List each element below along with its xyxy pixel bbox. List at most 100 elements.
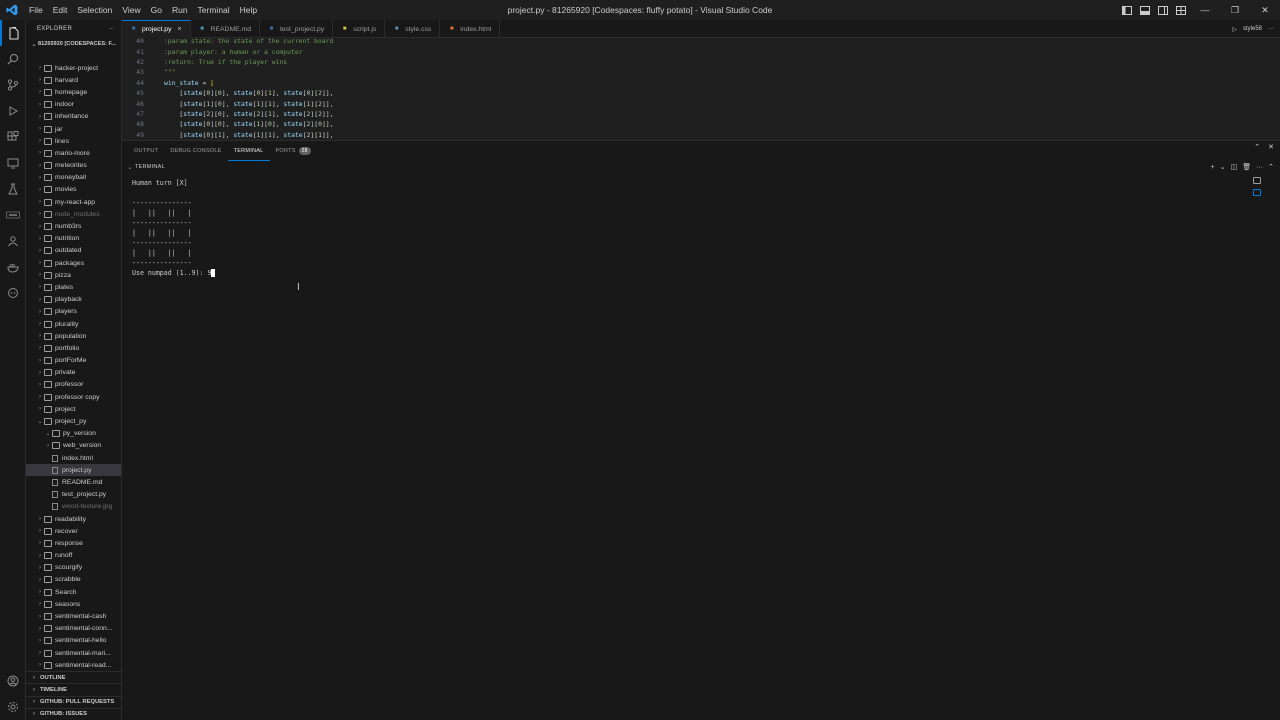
- menu-go[interactable]: Go: [146, 0, 167, 20]
- menu-selection[interactable]: Selection: [72, 0, 117, 20]
- source-control-icon[interactable]: [0, 72, 26, 98]
- run-debug-icon[interactable]: [0, 98, 26, 124]
- terminal-dropdown-icon[interactable]: ⌄: [1220, 163, 1226, 171]
- tree-folder[interactable]: › sentimental-conn...: [26, 623, 121, 635]
- tree-folder[interactable]: › meteorites: [26, 160, 121, 172]
- tree-folder[interactable]: › professor: [26, 379, 121, 391]
- menu-terminal[interactable]: Terminal: [193, 0, 235, 20]
- tree-folder[interactable]: › population: [26, 330, 121, 342]
- more-actions-icon[interactable]: ···: [108, 26, 115, 32]
- minimize-button[interactable]: —: [1190, 0, 1220, 20]
- tree-folder[interactable]: ⌄ project_py: [26, 415, 121, 427]
- section-github-pull-requests[interactable]: › GITHUB: PULL REQUESTS: [26, 695, 121, 708]
- terminal-output[interactable]: Human turn [X] --------------- | || || | --…: [132, 178, 216, 278]
- docker-icon[interactable]: [0, 254, 26, 280]
- tree-file[interactable]: project.py: [26, 464, 121, 477]
- new-terminal-icon[interactable]: +: [1211, 164, 1215, 171]
- tree-folder[interactable]: › Search: [26, 586, 121, 598]
- tree-folder[interactable]: › pizza: [26, 269, 121, 281]
- collapse-terminal-icon[interactable]: ⌃: [1268, 163, 1274, 171]
- tree-folder[interactable]: › professor copy: [26, 391, 121, 403]
- tree-file[interactable]: index.html: [26, 452, 121, 464]
- tab-script-js[interactable]: ■ script.js: [333, 20, 386, 38]
- tree-folder[interactable]: › project: [26, 403, 121, 415]
- tree-file[interactable]: README.md: [26, 476, 121, 488]
- tree-folder[interactable]: › outdated: [26, 245, 121, 257]
- terminal-section-header[interactable]: ⌄ TERMINAL: [122, 161, 1280, 173]
- split-terminal-icon[interactable]: ◫: [1231, 163, 1238, 171]
- toggle-panel-icon[interactable]: [1136, 0, 1154, 20]
- tab-readme-md[interactable]: ■ README.md: [191, 20, 260, 38]
- menu-run[interactable]: Run: [167, 0, 193, 20]
- tab-test-project-py[interactable]: ■ test_project.py: [260, 20, 334, 38]
- close-window-button[interactable]: ✕: [1250, 0, 1280, 20]
- close-panel-icon[interactable]: ✕: [1268, 143, 1274, 151]
- github-copilot-icon[interactable]: [0, 280, 26, 306]
- tree-folder[interactable]: › mario-more: [26, 147, 121, 159]
- toggle-secondary-sidebar-icon[interactable]: [1154, 0, 1172, 20]
- editor-more-actions-icon[interactable]: ···: [1268, 26, 1274, 32]
- menu-help[interactable]: Help: [235, 0, 262, 20]
- maximize-panel-icon[interactable]: ⌃: [1254, 143, 1260, 151]
- terminal-python-icon[interactable]: [1253, 177, 1261, 184]
- manage-gear-icon[interactable]: [0, 694, 26, 720]
- toggle-primary-sidebar-icon[interactable]: [1118, 0, 1136, 20]
- run-python-file-icon[interactable]: ▷: [1232, 26, 1237, 33]
- tree-folder[interactable]: › sentimental-cash: [26, 610, 121, 622]
- tree-folder[interactable]: › hacker-project: [26, 62, 121, 74]
- tree-folder[interactable]: › numb3rs: [26, 220, 121, 232]
- terminal-bash-icon[interactable]: [1253, 189, 1261, 196]
- search-icon[interactable]: [0, 46, 26, 72]
- live-share-icon[interactable]: [0, 228, 26, 254]
- close-tab-icon[interactable]: ×: [177, 26, 181, 33]
- more-terminal-actions-icon[interactable]: ···: [1256, 164, 1263, 171]
- tree-folder[interactable]: › node_modules: [26, 208, 121, 220]
- tree-folder[interactable]: › plates: [26, 281, 121, 293]
- tree-folder[interactable]: › scourgify: [26, 562, 121, 574]
- remote-explorer-icon[interactable]: [0, 150, 26, 176]
- menu-view[interactable]: View: [117, 0, 145, 20]
- tree-folder[interactable]: › lines: [26, 135, 121, 147]
- customize-layout-icon[interactable]: [1172, 0, 1190, 20]
- panel-tab-ports[interactable]: PORTS 28: [270, 141, 317, 161]
- testing-icon[interactable]: [0, 176, 26, 202]
- tree-folder[interactable]: › web_version: [26, 440, 121, 452]
- explorer-icon[interactable]: [0, 20, 26, 46]
- extensions-icon[interactable]: [0, 124, 26, 150]
- tree-folder[interactable]: › indoor: [26, 99, 121, 111]
- tree-folder[interactable]: › packages: [26, 257, 121, 269]
- tabs-right-label[interactable]: style58: [1243, 26, 1262, 32]
- tree-folder[interactable]: › moneyball: [26, 172, 121, 184]
- tree-folder[interactable]: › portForMe: [26, 355, 121, 367]
- tree-folder[interactable]: › sentimental-hello: [26, 635, 121, 647]
- tree-file[interactable]: wood-texture.jpg: [26, 501, 121, 513]
- tree-folder[interactable]: › homepage: [26, 86, 121, 98]
- tree-folder[interactable]: › private: [26, 367, 121, 379]
- menu-file[interactable]: File: [24, 0, 48, 20]
- tree-folder[interactable]: › inheritance: [26, 111, 121, 123]
- workspace-root[interactable]: ⌄ 81265920 [CODESPACES: F...: [26, 38, 121, 50]
- panel-tab-debug-console[interactable]: DEBUG CONSOLE: [164, 141, 227, 161]
- terminal-prompt-line[interactable]: Use numpad (1..9): 9: [132, 268, 216, 278]
- section-github-issues[interactable]: › GITHUB: ISSUES: [26, 707, 121, 720]
- tab-project-py[interactable]: ■ project.py ×: [122, 20, 191, 38]
- tree-folder[interactable]: › jar: [26, 123, 121, 135]
- section-outline[interactable]: › OUTLINE: [26, 671, 121, 683]
- restore-button[interactable]: ❐: [1220, 0, 1250, 20]
- tree-folder[interactable]: › seasons: [26, 598, 121, 610]
- tree-folder[interactable]: › players: [26, 306, 121, 318]
- tree-folder[interactable]: › playback: [26, 294, 121, 306]
- kill-terminal-icon[interactable]: 🗑: [1242, 163, 1251, 171]
- tree-folder[interactable]: › response: [26, 537, 121, 549]
- section-timeline[interactable]: › TIMELINE: [26, 683, 121, 695]
- tree-folder[interactable]: › recover: [26, 525, 121, 537]
- cs50-icon[interactable]: [0, 202, 26, 228]
- panel-tab-terminal[interactable]: TERMINAL: [227, 142, 270, 161]
- menu-edit[interactable]: Edit: [48, 0, 73, 20]
- tree-folder[interactable]: › my-react-app: [26, 196, 121, 208]
- tab-style-css[interactable]: ■ style.css: [385, 20, 441, 38]
- tab-index-html[interactable]: ■ index.html: [440, 20, 501, 38]
- tree-folder[interactable]: ⌄ py_version: [26, 428, 121, 440]
- tree-folder[interactable]: › portfolio: [26, 342, 121, 354]
- tree-folder[interactable]: › harvard: [26, 74, 121, 86]
